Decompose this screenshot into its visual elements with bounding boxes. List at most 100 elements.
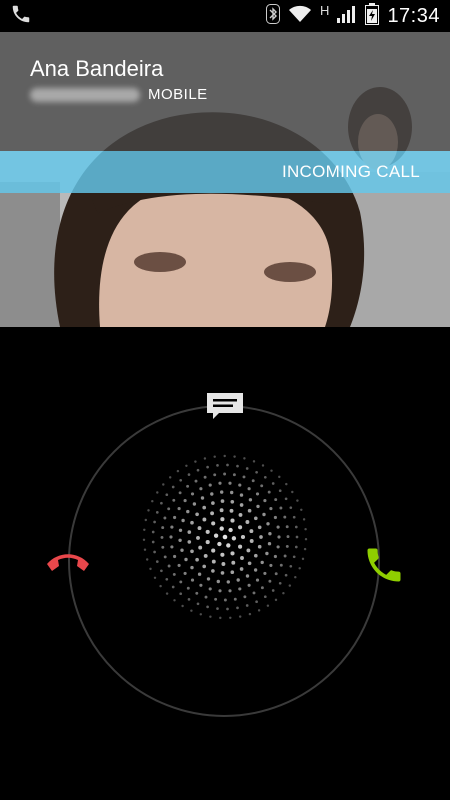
glowpad-dot: [291, 490, 294, 494]
glowpad-dot: [171, 585, 175, 589]
glowpad-dot: [179, 580, 183, 584]
glowpad-dot: [298, 567, 301, 570]
glowpad-dot: [269, 563, 273, 567]
glowpad-dot: [217, 541, 222, 547]
glowpad-dot: [238, 544, 243, 549]
glowpad-dot: [288, 584, 292, 587]
glowpad-dot: [142, 538, 146, 542]
reply-message-icon[interactable]: [205, 391, 245, 426]
glowpad-dot: [208, 483, 212, 487]
glowpad-dot: [173, 515, 177, 520]
glowpad-dot: [245, 604, 249, 607]
glowpad-dot: [266, 604, 270, 607]
glowpad-dot: [271, 482, 275, 485]
contact-header: Ana Bandeira MOBILE: [0, 32, 450, 151]
glowpad-dot: [199, 583, 203, 587]
contact-name: Ana Bandeira: [30, 56, 164, 81]
glowpad-dot: [160, 501, 163, 505]
glowpad-dot: [228, 481, 232, 485]
glowpad-dot: [263, 499, 267, 503]
glowpad-dot: [267, 542, 272, 546]
glowpad-dot: [165, 493, 169, 497]
glowpad-dot: [177, 507, 181, 511]
answer-call-icon[interactable]: [362, 543, 406, 592]
glowpad-dot: [251, 479, 255, 483]
glowpad-dot: [194, 460, 197, 463]
glowpad-dot: [187, 598, 191, 601]
glowpad-dot: [233, 455, 236, 458]
glowpad-dot: [216, 579, 220, 584]
glowpad-dot: [231, 536, 237, 541]
glowpad-dot: [257, 609, 261, 612]
glowpad-dot: [205, 540, 210, 545]
glowpad-dot: [211, 559, 216, 564]
glowpad-dot: [304, 527, 307, 531]
glowpad-dot: [211, 501, 215, 505]
glowpad-dot: [255, 492, 260, 496]
glowpad-dot: [153, 550, 156, 554]
glowpad-dot: [223, 472, 227, 476]
glowpad-dot: [183, 571, 187, 575]
glowpad-dot: [181, 604, 184, 608]
status-bar: H 17:34: [0, 0, 450, 32]
glowpad-dot: [205, 529, 210, 534]
glowpad-dot: [162, 483, 165, 486]
glowpad-dot: [206, 605, 209, 609]
glowpad-dot: [151, 540, 155, 544]
glowpad-dot: [265, 551, 269, 556]
glowpad-dot: [278, 489, 282, 493]
glowpad-dot: [163, 555, 167, 559]
glowpad-dot: [256, 504, 260, 509]
glowpad-dot: [230, 518, 235, 523]
glowpad-dot: [289, 506, 293, 510]
glowpad-dot: [197, 526, 202, 531]
glowpad-dot: [243, 595, 247, 599]
glowpad-dot: [221, 562, 226, 566]
glowpad-dot: [219, 526, 224, 531]
glowpad-dot: [151, 499, 154, 503]
glowpad-dot: [292, 555, 296, 559]
glowpad-dot: [170, 525, 174, 529]
glowpad-dot: [153, 576, 157, 580]
glowpad-dot: [165, 592, 169, 595]
answer-widget[interactable]: [0, 327, 450, 800]
glowpad-dot: [198, 545, 203, 550]
glowpad-dot: [284, 573, 288, 577]
glowpad-dot: [173, 599, 176, 602]
glowpad-dot: [238, 587, 242, 591]
glowpad-dot: [216, 464, 219, 467]
glowpad-dot: [200, 496, 205, 500]
glowpad-dot: [220, 517, 225, 522]
glowpad-dot: [245, 520, 250, 524]
glowpad-dot: [248, 612, 252, 616]
glowpad-dot: [163, 516, 167, 520]
glowpad-dot: [160, 569, 163, 573]
glowpad-dot: [238, 615, 242, 618]
decline-call-icon[interactable]: [44, 549, 92, 580]
glowpad-dot: [253, 516, 258, 521]
glowpad-dot: [173, 554, 177, 559]
number-type-label: MOBILE: [148, 86, 208, 103]
glowpad-dot: [276, 545, 280, 549]
glowpad-dot: [268, 532, 272, 536]
glowpad-dot: [180, 548, 184, 552]
glowpad-dot: [239, 493, 244, 497]
glowpad-dot: [167, 507, 171, 511]
glowpad-dot: [160, 535, 164, 539]
glowpad-dot: [252, 460, 256, 463]
glowpad-dot: [179, 592, 183, 596]
glowpad-dot: [161, 526, 165, 530]
glowpad-dot: [230, 499, 235, 504]
glowpad-dot: [190, 565, 194, 570]
wifi-icon: [288, 5, 312, 28]
glowpad-dot: [196, 468, 200, 472]
battery-icon: [365, 2, 380, 30]
glowpad-dot: [216, 607, 219, 610]
glowpad-dot: [179, 478, 183, 482]
glowpad-dot: [263, 595, 267, 599]
glowpad-dot: [285, 544, 289, 548]
glowpad-dot: [232, 473, 236, 477]
glowpad-dot: [155, 560, 159, 563]
glowpad-dot: [231, 560, 236, 565]
glowpad-dot: [144, 518, 148, 522]
